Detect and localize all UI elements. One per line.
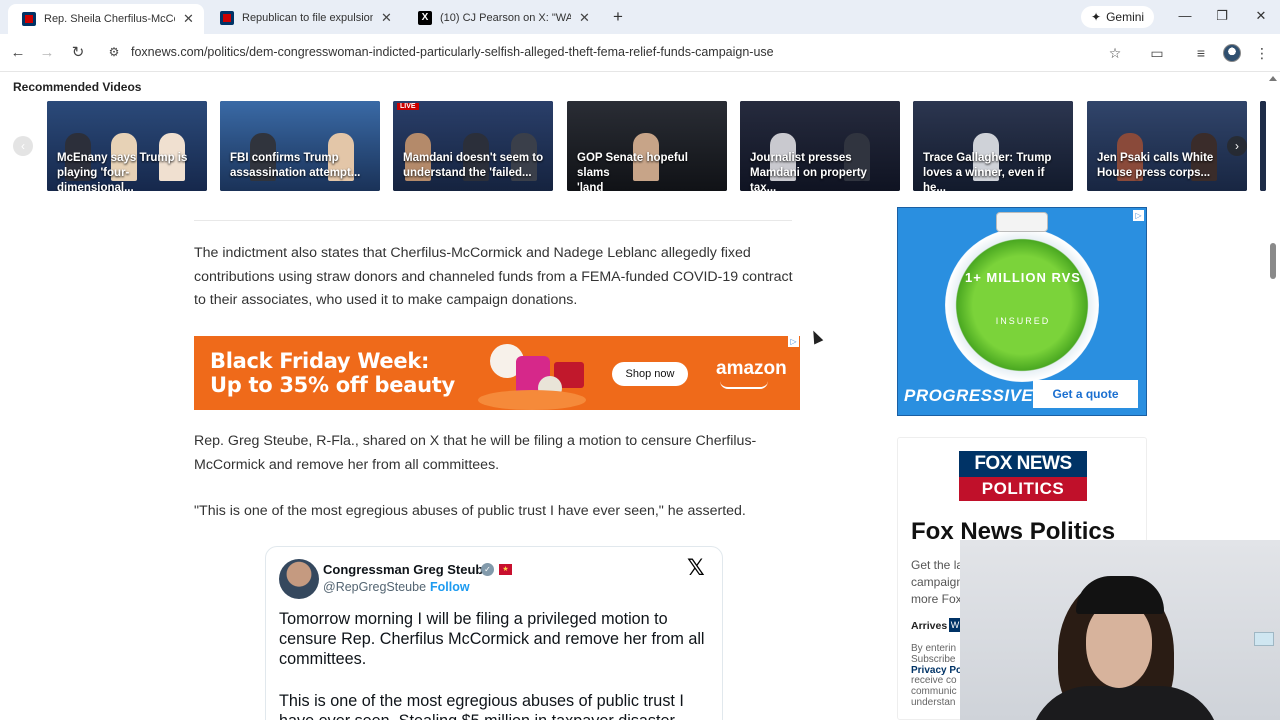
ad-ring-text: 1+ MILLION RVS [965, 270, 1081, 285]
profile-avatar[interactable] [1223, 44, 1241, 62]
carousel-prev-button[interactable]: ‹ [13, 136, 33, 156]
get-a-quote-button[interactable]: Get a quote [1033, 380, 1138, 408]
video-caption: Journalist presses Mamdani on property t… [750, 152, 867, 191]
minimize-button[interactable]: — [1170, 4, 1200, 28]
tweet-follow-link[interactable]: Follow [430, 580, 470, 594]
scroll-up-arrow-icon[interactable] [1269, 76, 1277, 81]
video-caption: GOP Senate hopeful slams 'land acknowled… [577, 152, 688, 191]
site-info-icon[interactable]: ⚙ [106, 44, 122, 60]
gemini-label: Gemini [1106, 10, 1145, 24]
cast-icon[interactable]: ▭ [1147, 43, 1167, 63]
tab-bar: Rep. Sheila Cherfilus-McCormick ✕ Republ… [0, 0, 1280, 34]
progressive-ad[interactable]: 1+ MILLION RVS INSURED PROGRESSIVE Get a… [897, 207, 1147, 416]
video-card[interactable]: FBI confirms Trump assassination attempt… [220, 101, 380, 191]
tab-rep-sheila[interactable]: Rep. Sheila Cherfilus-McCormick ✕ [8, 4, 204, 34]
menu-kebab-icon[interactable]: ⋮ [1252, 43, 1272, 63]
video-caption: FBI confirms Trump assassination attempt… [230, 152, 361, 179]
amazon-ad-banner[interactable]: Black Friday Week: Up to 35% off beauty … [194, 336, 800, 410]
logo-top-text: FOX NEWS [959, 451, 1087, 477]
fox-news-icon [22, 12, 36, 26]
video-caption: Mamdani doesn't seem to understand the '… [403, 152, 544, 179]
privacy-policy-link[interactable]: Privacy Po [911, 665, 962, 676]
amazon-smile-icon [720, 381, 768, 389]
adchoices-icon[interactable]: ▷ [1133, 210, 1144, 221]
forward-button[interactable]: → [36, 42, 58, 64]
browser-toolbar: ← → ↻ ⚙ foxnews.com/politics/dem-congres… [0, 34, 1280, 72]
media-controls-icon[interactable]: ≡ [1191, 43, 1211, 63]
tweet-handle: @RepGregSteube · [323, 580, 434, 594]
tweet-author-name[interactable]: Congressman Greg Steube [323, 562, 491, 577]
tab-cj-pearson-x[interactable]: X (10) CJ Pearson on X: "WATCH: I ✕ [404, 4, 600, 32]
gemini-button[interactable]: ✦ Gemini [1081, 6, 1155, 28]
tweet-author-avatar[interactable] [279, 559, 319, 599]
background-monitor [1254, 632, 1274, 646]
house-seal-badge-icon: ★ [499, 564, 512, 575]
bookmark-star-icon[interactable]: ☆ [1105, 43, 1125, 63]
fox-news-icon [220, 11, 234, 25]
restore-button[interactable]: ❐ [1207, 4, 1237, 28]
rv-icon [996, 212, 1048, 232]
fox-news-politics-logo: FOX NEWS POLITICS [959, 451, 1087, 501]
close-tab-icon[interactable]: ✕ [379, 10, 394, 26]
address-bar[interactable]: foxnews.com/politics/dem-congresswoman-i… [131, 45, 774, 59]
divider [194, 220, 792, 221]
tab-title: Rep. Sheila Cherfilus-McCormick [44, 13, 175, 25]
recommended-videos-strip: McEnany says Trump is playing 'four-dime… [0, 100, 1266, 193]
close-tab-icon[interactable]: ✕ [577, 10, 592, 26]
scrollbar-thumb[interactable] [1270, 243, 1276, 279]
adchoices-icon[interactable]: ▷ [788, 336, 799, 347]
webcam-overlay [960, 540, 1280, 720]
back-button[interactable]: ← [7, 42, 29, 64]
progressive-logo: PROGRESSIVE [904, 386, 1034, 405]
x-logo-icon[interactable]: 𝕏 [687, 555, 705, 581]
arrives-label: Arrives [911, 620, 948, 632]
amazon-logo: amazon [716, 358, 787, 379]
video-card[interactable]: Trace Gallagher: Trump loves a winner, e… [913, 101, 1073, 191]
mouse-cursor [808, 328, 824, 345]
video-card[interactable]: McEnany says Trump is playing 'four-dime… [47, 101, 207, 191]
tweet-body-paragraph: Tomorrow morning I will be filing a priv… [279, 610, 705, 668]
ad-shop-now-button[interactable]: Shop now [612, 362, 688, 386]
close-tab-icon[interactable]: ✕ [181, 11, 196, 27]
live-badge: LIVE [397, 103, 419, 110]
ad-headline: Black Friday Week: Up to 35% off beauty [210, 349, 455, 397]
x-icon: X [418, 11, 432, 25]
verified-badge-icon: ✓ [481, 563, 494, 576]
video-caption: Jen Psaki calls White House press corps.… [1097, 152, 1214, 179]
video-caption: Trace Gallagher: Trump loves a winner, e… [923, 152, 1052, 191]
legal-text-1: By enterin Subscribe [911, 643, 957, 665]
tab-title: (10) CJ Pearson on X: "WATCH: I [440, 12, 571, 24]
ad-planet-graphic [945, 228, 1099, 382]
legal-text-2: receive co communic understan [911, 675, 957, 708]
video-card[interactable]: Journalist presses Mamdani on property t… [740, 101, 900, 191]
gemini-sparkle-icon: ✦ [1091, 10, 1102, 24]
tab-republican-expulsion[interactable]: Republican to file expulsion mo ✕ [206, 4, 402, 32]
article-paragraph: "This is one of the most egregious abuse… [194, 503, 746, 519]
video-card[interactable]: Jen Psaki calls White House press corps.… [1087, 101, 1247, 191]
embedded-tweet[interactable]: Congressman Greg Steube ✓ ★ @RepGregSteu… [265, 546, 723, 720]
ad-pedestal [478, 390, 586, 410]
close-window-button[interactable]: ✕ [1246, 4, 1276, 28]
logo-bottom-text: POLITICS [959, 477, 1087, 501]
presenter-face [1086, 602, 1152, 688]
new-tab-button[interactable]: + [608, 6, 628, 28]
ad-ring-subtext: INSURED [995, 316, 1051, 326]
ad-headline-line1: Black Friday Week: [210, 349, 430, 373]
reload-button[interactable]: ↻ [67, 42, 89, 64]
tweet-body-paragraph: This is one of the most egregious abuses… [279, 692, 684, 720]
tweet-handle-text[interactable]: @RepGregSteube [323, 580, 426, 594]
tab-title: Republican to file expulsion mo [242, 12, 373, 24]
ad-headline-line2: Up to 35% off beauty [210, 373, 455, 397]
carousel-next-button[interactable]: › [1227, 136, 1247, 156]
video-card[interactable]: LIVE Mamdani doesn't seem to understand … [393, 101, 553, 191]
article-paragraph: Rep. Greg Steube, R-Fla., shared on X th… [194, 433, 757, 473]
recommended-videos-heading: Recommended Videos [13, 80, 142, 94]
article-paragraph: The indictment also states that Cherfilu… [194, 245, 793, 308]
video-card[interactable]: GOP Senate hopeful slams 'land acknowled… [567, 101, 727, 191]
video-caption: McEnany says Trump is playing 'four-dime… [57, 152, 188, 191]
